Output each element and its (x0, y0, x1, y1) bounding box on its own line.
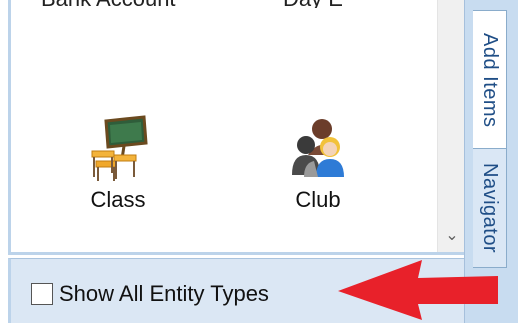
entity-label-cut: Bank Account (41, 0, 221, 8)
group-people-icon (288, 115, 348, 185)
classroom-icon (88, 115, 148, 185)
red-arrow-annotation (338, 260, 498, 320)
tab-label: Navigator (479, 162, 501, 254)
scroll-down-icon[interactable]: ⌄ (438, 226, 466, 246)
tab-label: Add Items (479, 32, 501, 128)
tab-add-items[interactable]: Add Items (473, 10, 507, 150)
entity-list-panel: Bank Account Day E (8, 0, 465, 255)
app-frame: Bank Account Day E (0, 0, 518, 323)
entity-label: Class (90, 187, 146, 212)
checkbox-label: Show All Entity Types (59, 281, 269, 306)
entity-club[interactable]: Club (258, 115, 378, 213)
show-all-entity-types-option[interactable]: Show All Entity Types (31, 281, 269, 307)
tab-navigator[interactable]: Navigator (473, 148, 507, 268)
entity-label-cut: Day E (283, 0, 363, 8)
entity-class[interactable]: Class (58, 115, 178, 213)
entity-label: Club (295, 187, 341, 212)
vertical-scrollbar[interactable]: ⌄ (437, 0, 465, 252)
show-all-entity-types-checkbox[interactable] (31, 283, 53, 305)
